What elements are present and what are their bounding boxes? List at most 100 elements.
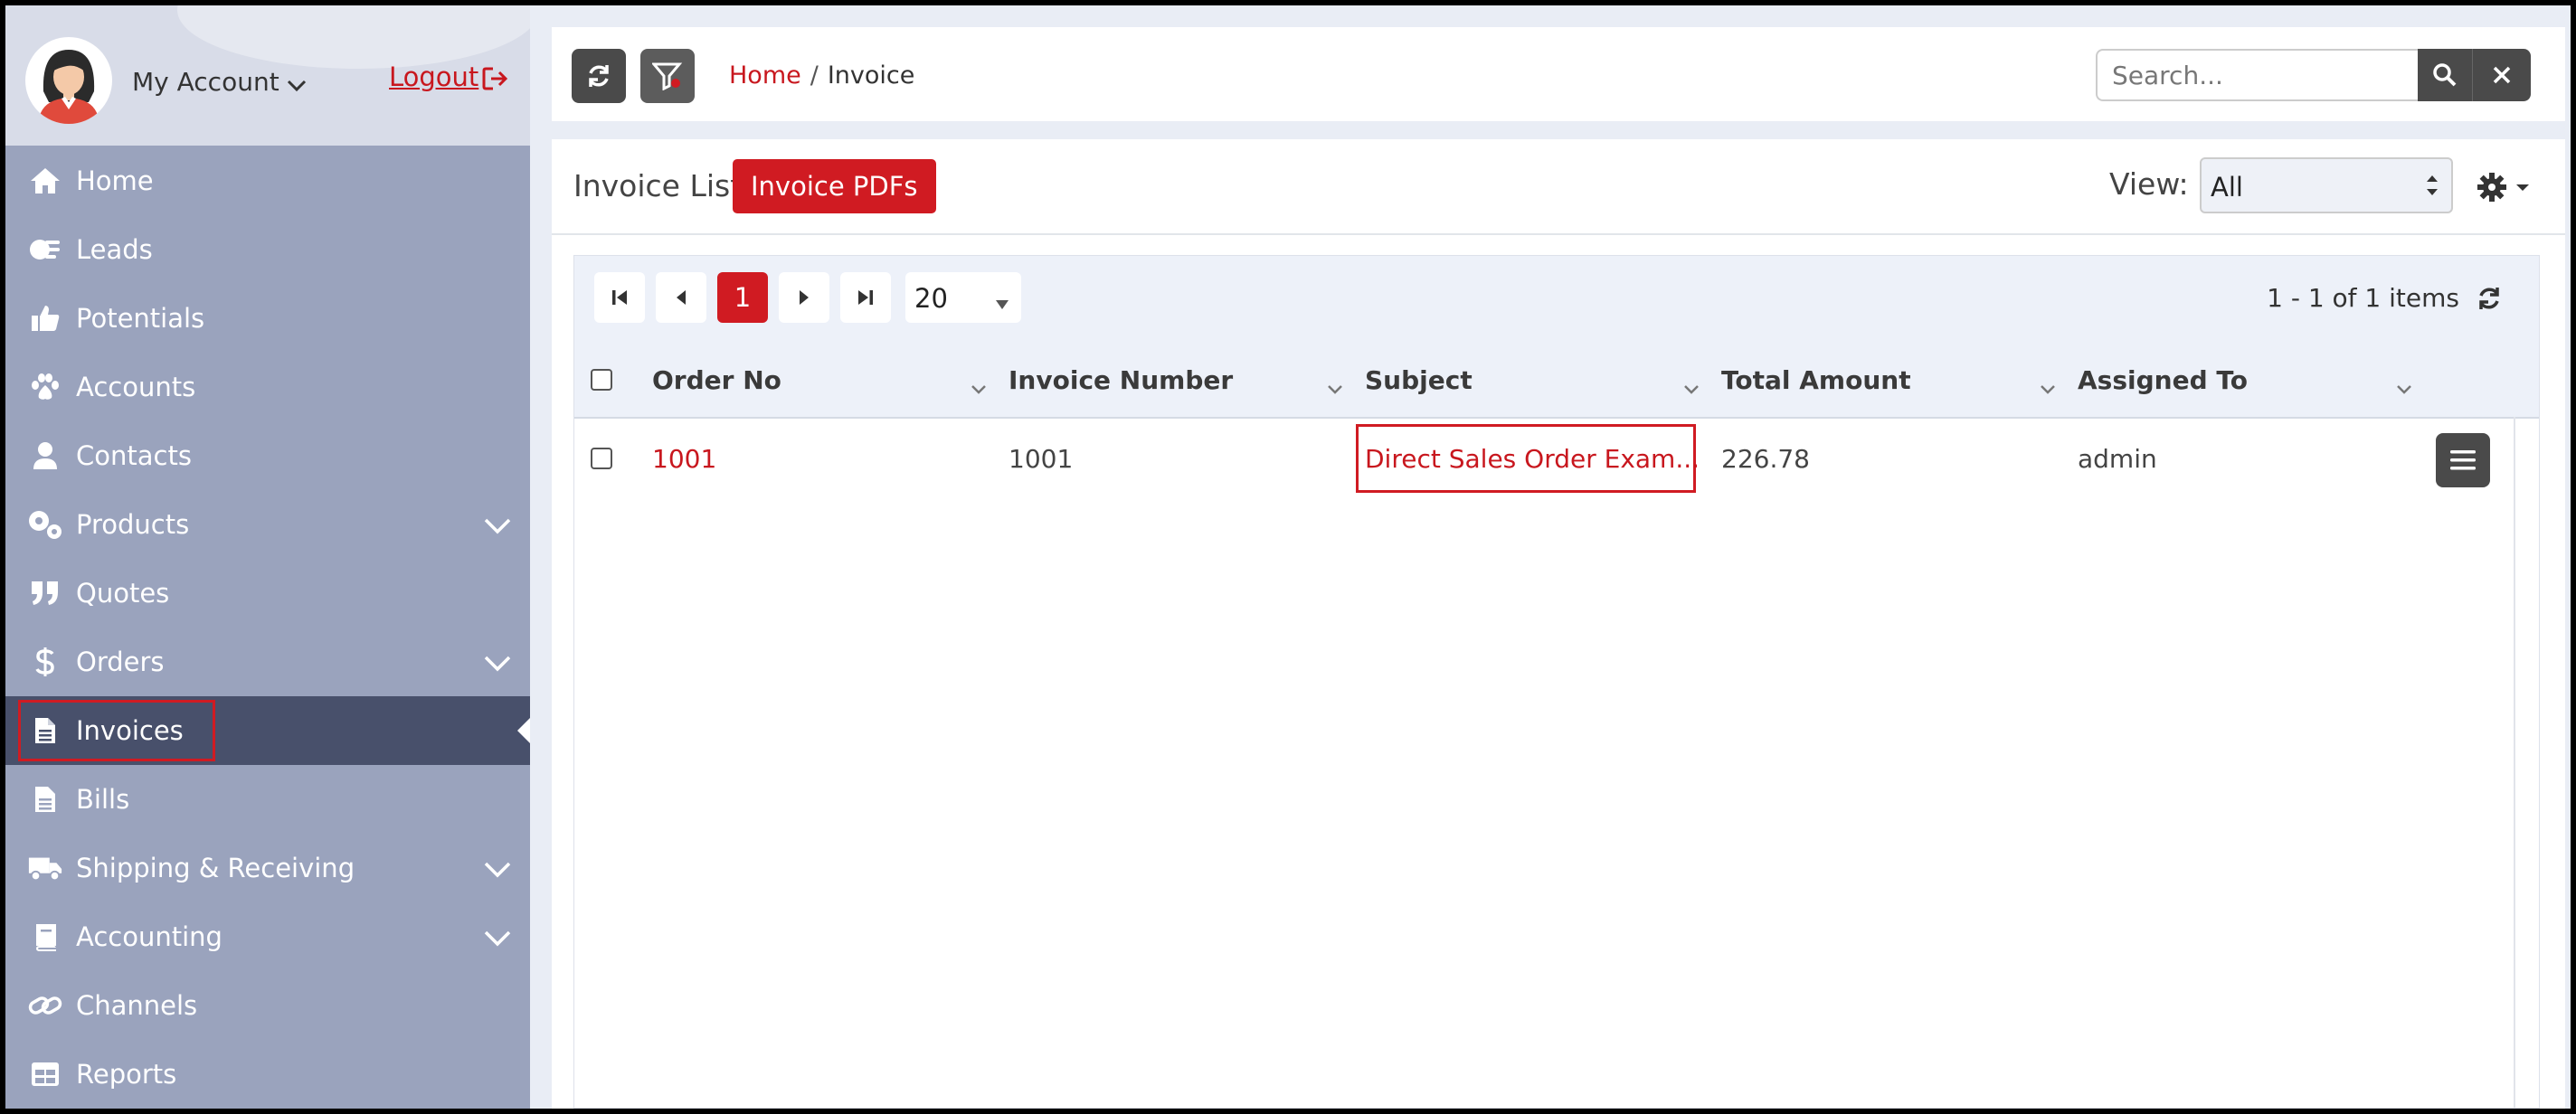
close-icon [2493, 66, 2511, 84]
page-title: Invoice List [573, 168, 743, 203]
refresh-icon [2479, 288, 2499, 309]
clear-search-button[interactable] [2472, 49, 2531, 101]
total-amount-cell: 226.78 [1721, 443, 1810, 474]
filter-icon [652, 62, 683, 90]
sidebar-item-orders[interactable]: Orders [5, 628, 530, 696]
sidebar-item-invoices[interactable]: Invoices [5, 696, 530, 765]
page-size-select[interactable]: 20 [905, 272, 1021, 323]
sidebar-item-home[interactable]: Home [5, 146, 530, 215]
account-header: My Account Logout [5, 5, 530, 146]
app-window: My Account Logout Home Leads Potentials … [5, 5, 2571, 1109]
caret-down-icon [994, 287, 1010, 317]
subject-link[interactable]: Direct Sales Order Exam... [1365, 417, 1700, 500]
sidebar-item-label: Bills [76, 784, 130, 815]
logout-icon [482, 67, 508, 90]
search-input[interactable] [2096, 49, 2418, 101]
search-icon [2433, 63, 2457, 87]
sidebar-item-label: Shipping & Receiving [76, 853, 355, 883]
column-header-label: Invoice Number [1009, 364, 1234, 395]
breadcrumb-separator: / [810, 61, 819, 90]
sidebar-item-label: Accounting [76, 921, 223, 952]
sidebar-item-potentials[interactable]: Potentials [5, 284, 530, 353]
sidebar-item-label: Potentials [76, 303, 205, 334]
sidebar-item-label: Products [76, 509, 190, 540]
column-header-total-amount[interactable]: Total Amount [1721, 343, 2056, 417]
chevron-down-icon [483, 511, 512, 542]
next-page-icon [800, 290, 809, 305]
user-icon [27, 438, 63, 474]
breadcrumb-current: Invoice [827, 61, 915, 90]
top-bar: Home / Invoice [552, 27, 2565, 121]
chevron-down-icon[interactable] [971, 372, 987, 401]
logout-link[interactable]: Logout [389, 61, 509, 92]
avatar-illustration-icon [38, 50, 99, 124]
grid-refresh-button[interactable] [2476, 285, 2503, 316]
column-header-subject[interactable]: Subject [1365, 343, 1700, 417]
leads-icon [27, 231, 63, 268]
view-select[interactable]: All [2200, 157, 2453, 213]
row-checkbox[interactable] [591, 448, 612, 469]
sidebar-item-label: Home [76, 165, 154, 196]
view-selected-value: All [2211, 172, 2243, 203]
select-all-checkbox[interactable] [591, 369, 612, 391]
chevron-down-icon[interactable] [2040, 372, 2056, 401]
sidebar-item-quotes[interactable]: Quotes [5, 559, 530, 628]
page-number-button[interactable]: 1 [717, 272, 768, 323]
chevron-down-icon [287, 69, 307, 99]
column-header-assigned-to[interactable]: Assigned To [2078, 343, 2412, 417]
refresh-icon [589, 65, 609, 87]
highlight-box [18, 700, 215, 761]
sidebar-item-shipping-receiving[interactable]: Shipping & Receiving [5, 834, 530, 902]
breadcrumb-home-link[interactable]: Home [729, 61, 801, 90]
dollar-icon [27, 644, 63, 680]
caret-down-icon [2516, 184, 2529, 191]
column-header-label: Order No [652, 364, 781, 395]
filter-button[interactable] [640, 49, 695, 103]
chevron-down-icon[interactable] [2396, 372, 2412, 401]
sidebar-item-accounts[interactable]: Accounts [5, 353, 530, 421]
invoice-number-cell: 1001 [1009, 443, 1074, 474]
hamburger-icon [2450, 450, 2476, 470]
select-arrows-icon [2424, 170, 2440, 207]
home-icon [27, 163, 63, 199]
sidebar-item-channels[interactable]: Channels [5, 971, 530, 1040]
book-icon [27, 919, 63, 955]
my-account-menu[interactable]: My Account [132, 67, 307, 99]
vertical-scrollbar[interactable] [2514, 417, 2515, 1108]
sidebar-item-reports[interactable]: Reports [5, 1040, 530, 1109]
page-size-value: 20 [914, 283, 948, 314]
sidebar-item-contacts[interactable]: Contacts [5, 421, 530, 490]
refresh-button[interactable] [572, 49, 626, 103]
chevron-down-icon[interactable] [1683, 372, 1700, 401]
row-actions-button[interactable] [2436, 433, 2490, 487]
next-page-button[interactable] [779, 272, 829, 323]
column-header-label: Assigned To [2078, 364, 2248, 395]
column-header-label: Total Amount [1721, 364, 1911, 395]
sidebar-item-leads[interactable]: Leads [5, 215, 530, 284]
previous-page-button[interactable] [656, 272, 706, 323]
logout-label: Logout [389, 61, 479, 92]
sidebar-item-label: Channels [76, 990, 198, 1021]
column-header-order-no[interactable]: Order No [652, 343, 987, 417]
avatar[interactable] [25, 37, 112, 124]
chevron-down-icon[interactable] [1327, 372, 1343, 401]
settings-menu[interactable] [2477, 172, 2531, 203]
table-row[interactable]: 1001 1001 Direct Sales Order Exam... 226… [574, 417, 2539, 500]
view-label: View: [2109, 166, 2189, 202]
order-no-link[interactable]: 1001 [652, 417, 716, 500]
sidebar-item-bills[interactable]: Bills [5, 765, 530, 834]
column-header-invoice-number[interactable]: Invoice Number [1009, 343, 1343, 417]
sidebar-nav: Home Leads Potentials Accounts Contacts … [5, 146, 530, 1109]
invoice-pdfs-button[interactable]: Invoice PDFs [733, 159, 936, 213]
search-button[interactable] [2418, 49, 2472, 101]
chevron-down-icon [483, 648, 512, 679]
sidebar-item-products[interactable]: Products [5, 490, 530, 559]
sidebar-item-label: Orders [76, 647, 165, 677]
sidebar-item-accounting[interactable]: Accounting [5, 902, 530, 971]
my-account-label: My Account [132, 67, 279, 97]
last-page-button[interactable] [840, 272, 891, 323]
quote-icon [27, 575, 63, 611]
header-decoration [177, 5, 530, 69]
gears-icon [27, 506, 63, 543]
first-page-button[interactable] [594, 272, 645, 323]
